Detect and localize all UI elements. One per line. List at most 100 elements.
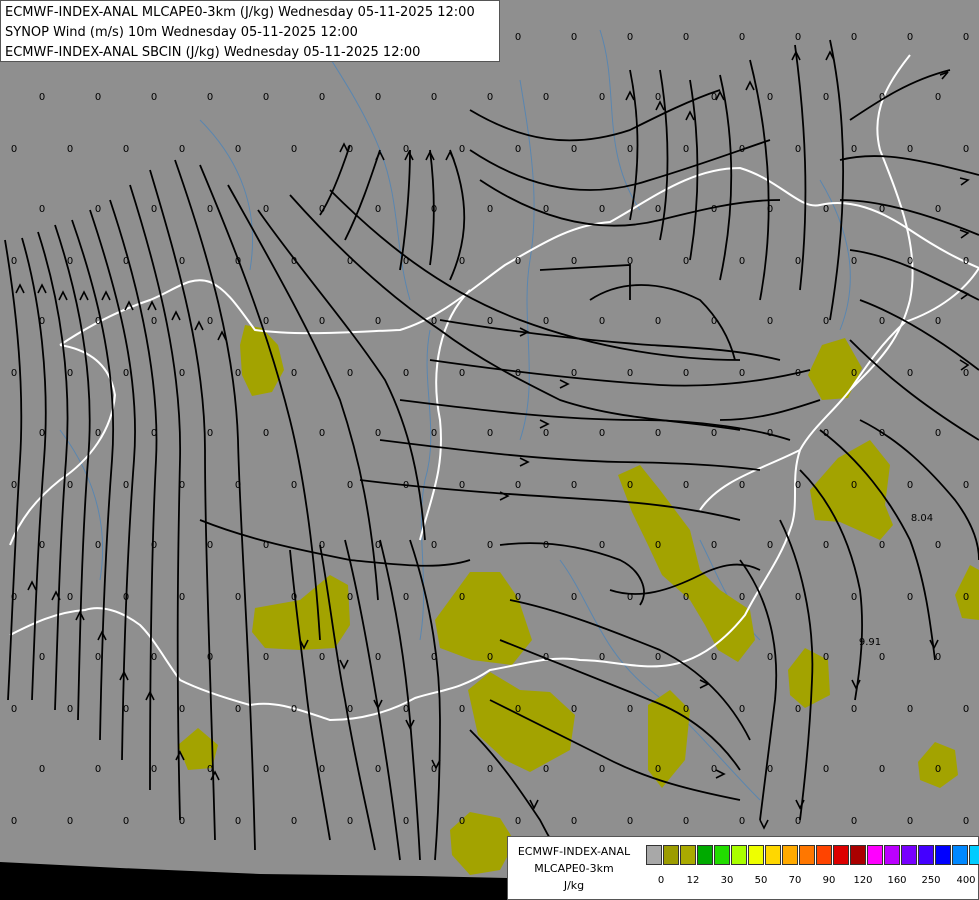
sbcin-zero-label: 0 — [39, 540, 45, 551]
sbcin-zero-label: 0 — [179, 144, 185, 155]
sbcin-zero-label: 0 — [935, 204, 941, 215]
sbcin-zero-label: 0 — [627, 816, 633, 827]
legend-tick-label: 70 — [788, 875, 802, 886]
map-header: ECMWF-INDEX-ANAL MLCAPE0-3km (J/kg) Wedn… — [0, 0, 500, 62]
sbcin-zero-label: 0 — [431, 316, 437, 327]
sbcin-zero-label: 0 — [795, 368, 801, 379]
sbcin-zero-label: 0 — [767, 428, 773, 439]
out-of-domain-area — [0, 862, 507, 900]
sbcin-zero-label: 0 — [571, 592, 577, 603]
sbcin-zero-label: 0 — [935, 652, 941, 663]
sbcin-zero-label: 0 — [459, 480, 465, 491]
sbcin-zero-label: 0 — [263, 540, 269, 551]
sbcin-zero-label: 0 — [235, 816, 241, 827]
sbcin-zero-label: 0 — [907, 256, 913, 267]
sbcin-zero-label: 0 — [431, 204, 437, 215]
sbcin-zero-label: 0 — [319, 428, 325, 439]
legend-tick-label: 160 — [887, 875, 907, 886]
sbcin-zero-label: 0 — [627, 368, 633, 379]
sbcin-zero-label: 0 — [291, 816, 297, 827]
sbcin-zero-label: 0 — [347, 144, 353, 155]
sbcin-zero-label: 0 — [431, 540, 437, 551]
legend-tick-label: 90 — [822, 875, 836, 886]
sbcin-zero-label: 0 — [795, 704, 801, 715]
legend-tick-labels: 0 12 30 50 70 90 120 160 250 400 — [646, 875, 976, 891]
legend-swatch — [901, 845, 917, 865]
sbcin-zero-label: 0 — [963, 144, 969, 155]
sbcin-zero-label: 0 — [11, 704, 17, 715]
sbcin-zero-label: 0 — [543, 316, 549, 327]
sbcin-zero-label: 0 — [851, 480, 857, 491]
sbcin-zero-label: 0 — [935, 428, 941, 439]
sbcin-zero-label: 0 — [571, 256, 577, 267]
sbcin-zero-label: 0 — [627, 480, 633, 491]
sbcin-zero-label: 0 — [291, 256, 297, 267]
sbcin-zero-label: 0 — [879, 316, 885, 327]
sbcin-zero-label: 0 — [431, 764, 437, 775]
sbcin-zero-label: 0 — [655, 652, 661, 663]
sbcin-zero-label: 0 — [515, 480, 521, 491]
sbcin-zero-label: 0 — [963, 32, 969, 43]
sbcin-zero-label: 0 — [431, 428, 437, 439]
sbcin-zero-label: 0 — [123, 816, 129, 827]
sbcin-zero-label: 0 — [319, 204, 325, 215]
sbcin-zero-label: 0 — [347, 592, 353, 603]
sbcin-zero-label: 0 — [767, 764, 773, 775]
sbcin-zero-label: 0 — [459, 368, 465, 379]
sbcin-zero-label: 0 — [823, 92, 829, 103]
sbcin-zero-label: 0 — [739, 368, 745, 379]
sbcin-zero-label: 0 — [207, 92, 213, 103]
legend-swatch — [935, 845, 951, 865]
header-line-cape: ECMWF-INDEX-ANAL MLCAPE0-3km (J/kg) Wedn… — [5, 5, 475, 20]
sbcin-zero-label: 0 — [767, 540, 773, 551]
legend-swatch — [731, 845, 747, 865]
sbcin-zero-label: 0 — [403, 256, 409, 267]
sbcin-zero-label: 0 — [543, 764, 549, 775]
sbcin-zero-label: 0 — [207, 764, 213, 775]
sbcin-zero-label: 0 — [11, 368, 17, 379]
header-line-cin: ECMWF-INDEX-ANAL SBCIN (J/kg) Wednesday … — [5, 45, 421, 60]
sbcin-zero-label: 0 — [571, 32, 577, 43]
sbcin-zero-label: 0 — [851, 368, 857, 379]
sbcin-zero-label: 0 — [711, 316, 717, 327]
sbcin-zero-label: 0 — [403, 144, 409, 155]
legend-swatch — [782, 845, 798, 865]
sbcin-zero-label: 0 — [39, 428, 45, 439]
sbcin-zero-label: 0 — [599, 204, 605, 215]
sbcin-zero-label: 0 — [235, 592, 241, 603]
sbcin-zero-label: 0 — [543, 92, 549, 103]
sbcin-zero-label: 0 — [11, 144, 17, 155]
sbcin-zero-label: 0 — [711, 92, 717, 103]
sbcin-zero-label: 0 — [263, 764, 269, 775]
map-canvas: 0 0 0 0 0 0 0 0 0 0 0 0 0 0 0 0 0 0 0 0 0 0 0 0 0 0 0 0 0 0 0 0 0 0 0 0 0 0 0 0… — [0, 9, 979, 900]
sbcin-zero-label: 0 — [963, 368, 969, 379]
sbcin-zero-label: 0 — [935, 316, 941, 327]
sbcin-zero-label: 0 — [851, 592, 857, 603]
sbcin-zero-label: 0 — [347, 256, 353, 267]
sbcin-zero-label: 0 — [375, 652, 381, 663]
sbcin-zero-label: 0 — [515, 816, 521, 827]
sbcin-zero-label: 0 — [207, 428, 213, 439]
sbcin-zero-label: 0 — [655, 428, 661, 439]
sbcin-zero-label: 0 — [123, 368, 129, 379]
legend-swatch — [646, 845, 662, 865]
sbcin-zero-label: 0 — [711, 540, 717, 551]
sbcin-zero-label: 0 — [627, 256, 633, 267]
sbcin-zero-label: 0 — [627, 592, 633, 603]
sbcin-zero-label: 0 — [375, 540, 381, 551]
sbcin-zero-label: 0 — [403, 816, 409, 827]
sbcin-zero-label: 0 — [95, 652, 101, 663]
sbcin-zero-label: 0 — [291, 368, 297, 379]
sbcin-zero-label: 0 — [851, 256, 857, 267]
sbcin-zero-label: 0 — [571, 816, 577, 827]
sbcin-zero-label: 0 — [907, 144, 913, 155]
sbcin-zero-label: 0 — [543, 428, 549, 439]
sbcin-zero-label: 0 — [599, 652, 605, 663]
sbcin-zero-label: 0 — [599, 316, 605, 327]
sbcin-zero-label: 0 — [11, 592, 17, 603]
sbcin-zero-label: 0 — [655, 316, 661, 327]
sbcin-zero-label: 0 — [179, 256, 185, 267]
legend-swatch — [884, 845, 900, 865]
sbcin-zero-label: 0 — [235, 144, 241, 155]
sbcin-zero-label: 0 — [67, 256, 73, 267]
